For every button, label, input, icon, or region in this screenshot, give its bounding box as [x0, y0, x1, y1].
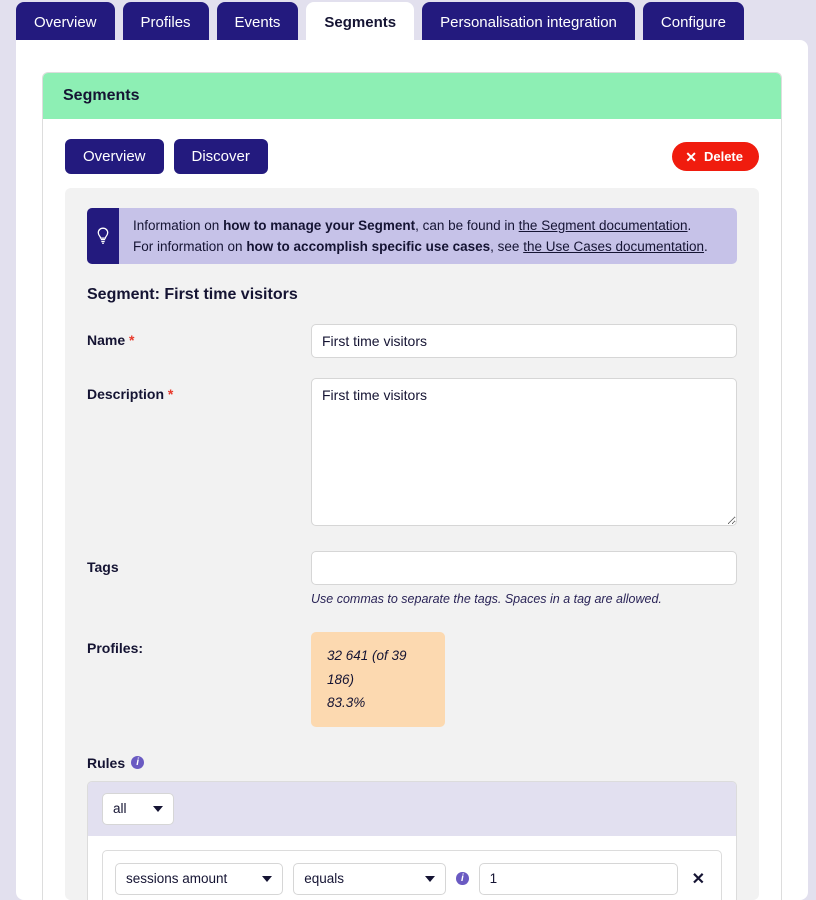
profiles-row: Profiles: 32 641 (of 39 186) 83.3% [87, 632, 737, 727]
name-row: Name * [87, 324, 737, 358]
profiles-count: 32 641 (of 39 186) [327, 648, 407, 687]
name-label-text: Name [87, 332, 126, 348]
info-banner: Information on how to manage your Segmen… [87, 208, 737, 264]
description-field-wrap: First time visitors [311, 378, 737, 531]
name-label: Name * [87, 324, 311, 358]
banner-line-2: For information on how to accomplish spe… [133, 237, 708, 258]
banner-l1-bold: how to manage your Segment [223, 218, 416, 233]
tab-personalisation-integration[interactable]: Personalisation integration [422, 2, 635, 42]
segment-heading: Segment: First time visitors [87, 286, 298, 303]
rule-operator-select[interactable]: equals [293, 862, 447, 895]
tab-segments[interactable]: Segments [306, 2, 415, 42]
description-label-text: Description [87, 386, 165, 402]
name-field-wrap [311, 324, 737, 358]
description-required-asterisk: * [167, 386, 174, 402]
lightbulb-icon [97, 227, 109, 245]
close-x-icon: ✕ [685, 148, 697, 165]
name-required-asterisk: * [129, 332, 135, 348]
tags-input[interactable] [311, 551, 737, 585]
use-cases-documentation-link[interactable]: the Use Cases documentation [523, 239, 704, 254]
tab-events[interactable]: Events [216, 2, 299, 42]
description-row: Description * First time visitors [87, 378, 737, 531]
segment-form-panel: Information on how to manage your Segmen… [65, 188, 759, 900]
segment-documentation-link[interactable]: the Segment documentation [519, 218, 688, 233]
rules-box: all sessions amount equals i 1 ✕ [87, 780, 737, 900]
discover-button[interactable]: Discover [173, 139, 268, 174]
tab-profiles[interactable]: Profiles [122, 2, 209, 42]
banner-l2-post: . [704, 238, 708, 254]
rules-match-value: all [113, 801, 127, 817]
section-header: Segments [43, 73, 781, 119]
banner-line-1: Information on how to manage your Segmen… [133, 216, 708, 237]
segments-section-card: Segments Overview Discover ✕ Delete Info… [42, 72, 782, 900]
chevron-down-icon [262, 875, 273, 882]
profiles-count-box: 32 641 (of 39 186) 83.3% [311, 632, 445, 727]
tags-label: Tags [87, 559, 119, 575]
description-label: Description * [87, 378, 311, 531]
tab-overview[interactable]: Overview [16, 2, 115, 42]
page-title: Segments [63, 87, 140, 104]
banner-l1-pre: Information on [133, 218, 224, 233]
banner-icon-column [87, 208, 119, 264]
rule-field-select[interactable]: sessions amount [115, 862, 284, 895]
delete-button[interactable]: ✕ Delete [672, 142, 759, 171]
rule-row: sessions amount equals i ✕ [102, 849, 722, 900]
action-button-row: Overview Discover ✕ Delete [65, 139, 759, 174]
tab-configure[interactable]: Configure [642, 2, 744, 42]
rule-operator-value: equals [304, 871, 345, 887]
tags-hint: Use commas to separate the tags. Spaces … [311, 592, 662, 606]
banner-l2-bold: how to accomplish specific use cases [246, 238, 491, 254]
profiles-percent: 83.3% [327, 695, 366, 711]
rules-label: Rules [87, 754, 126, 771]
name-input[interactable] [311, 324, 737, 358]
page-card: Segments Overview Discover ✕ Delete Info… [16, 40, 808, 900]
profiles-field-wrap: 32 641 (of 39 186) 83.3% [311, 632, 445, 727]
info-icon[interactable]: i [456, 872, 469, 886]
tags-field-wrap: Use commas to separate the tags. Spaces … [311, 551, 737, 606]
rules-match-select[interactable]: all [102, 792, 174, 825]
rules-match-bar: all [88, 781, 736, 836]
banner-l1-mid: , can be found in [415, 218, 519, 233]
rule-value-input[interactable] [478, 862, 678, 895]
rule-field-value: sessions amount [126, 871, 228, 887]
overview-button[interactable]: Overview [65, 139, 164, 174]
remove-rule-button[interactable]: ✕ [688, 869, 709, 889]
tags-row: Tags Use commas to separate the tags. Sp… [87, 551, 737, 606]
chevron-down-icon [425, 875, 436, 882]
banner-l2-pre: For information on [133, 238, 247, 254]
banner-text: Information on how to manage your Segmen… [119, 208, 722, 264]
info-icon[interactable]: i [131, 756, 145, 770]
main-tab-bar: Overview Profiles Events Segments Person… [0, 0, 816, 42]
banner-l1-post: . [687, 218, 692, 233]
profiles-label: Profiles: [87, 640, 144, 656]
chevron-down-icon [153, 805, 163, 812]
banner-l2-mid: , see [490, 238, 524, 254]
description-textarea[interactable]: First time visitors [311, 378, 737, 526]
rules-body: sessions amount equals i ✕ + [88, 835, 736, 900]
delete-button-label: Delete [703, 149, 743, 164]
rules-heading: Rules i [87, 755, 737, 771]
